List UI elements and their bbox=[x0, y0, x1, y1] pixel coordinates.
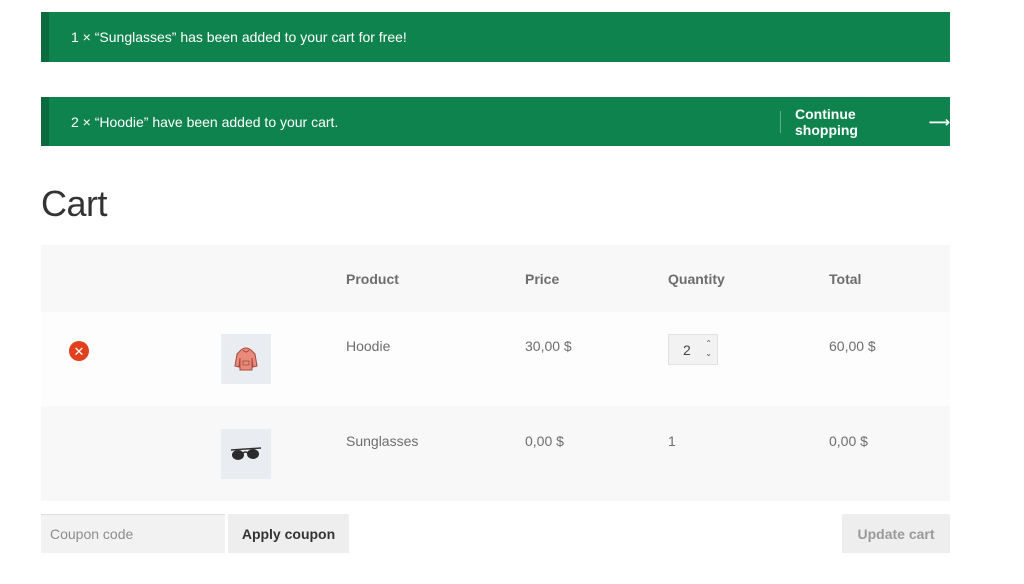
quantity-stepper[interactable]: 2 ⌃ ⌄ bbox=[668, 334, 718, 365]
notice-free-item: 1 × “Sunglasses” has been added to your … bbox=[41, 12, 950, 62]
header-total: Total bbox=[829, 271, 862, 287]
quantity-sunglasses: 1 bbox=[668, 433, 676, 449]
apply-coupon-button[interactable]: Apply coupon bbox=[228, 514, 349, 553]
cart-table: Product Price Quantity Total ✕ Hoodie 30… bbox=[41, 245, 950, 501]
coupon-input[interactable] bbox=[41, 514, 225, 553]
product-thumbnail-hoodie[interactable] bbox=[221, 334, 271, 384]
notice-free-item-text: 1 × “Sunglasses” has been added to your … bbox=[71, 29, 407, 45]
total-hoodie: 60,00 $ bbox=[829, 338, 876, 354]
notice-added-to-cart: 2 × “Hoodie” have been added to your car… bbox=[41, 97, 950, 146]
sunglasses-icon bbox=[230, 447, 262, 460]
update-cart-button[interactable]: Update cart bbox=[842, 514, 950, 553]
header-price: Price bbox=[525, 271, 560, 287]
header-product: Product bbox=[346, 271, 399, 287]
notice-divider bbox=[780, 111, 781, 133]
stepper-arrows-icon[interactable]: ⌃ ⌄ bbox=[705, 339, 712, 359]
price-hoodie: 30,00 $ bbox=[525, 338, 572, 354]
price-sunglasses: 0,00 $ bbox=[525, 433, 564, 449]
arrow-right-icon: ⟶ bbox=[928, 113, 950, 131]
remove-icon[interactable]: ✕ bbox=[69, 341, 89, 361]
quantity-value: 2 bbox=[683, 341, 691, 358]
continue-shopping-link[interactable]: Continue shopping ⟶ bbox=[795, 97, 950, 146]
product-thumbnail-sunglasses[interactable] bbox=[221, 429, 271, 479]
table-row: ✕ Hoodie 30,00 $ 2 ⌃ ⌄ 60,00 $ bbox=[41, 312, 950, 406]
table-row: Sunglasses 0,00 $ 1 0,00 $ bbox=[41, 406, 950, 501]
page-title: Cart bbox=[41, 183, 108, 224]
continue-shopping-label: Continue shopping bbox=[795, 105, 858, 138]
product-link-sunglasses[interactable]: Sunglasses bbox=[346, 433, 418, 449]
cart-table-header: Product Price Quantity Total bbox=[41, 245, 950, 312]
hoodie-icon bbox=[234, 347, 258, 371]
total-sunglasses: 0,00 $ bbox=[829, 433, 868, 449]
notice-added-text: 2 × “Hoodie” have been added to your car… bbox=[71, 113, 339, 130]
product-link-hoodie[interactable]: Hoodie bbox=[346, 338, 390, 354]
header-quantity: Quantity bbox=[668, 271, 725, 287]
